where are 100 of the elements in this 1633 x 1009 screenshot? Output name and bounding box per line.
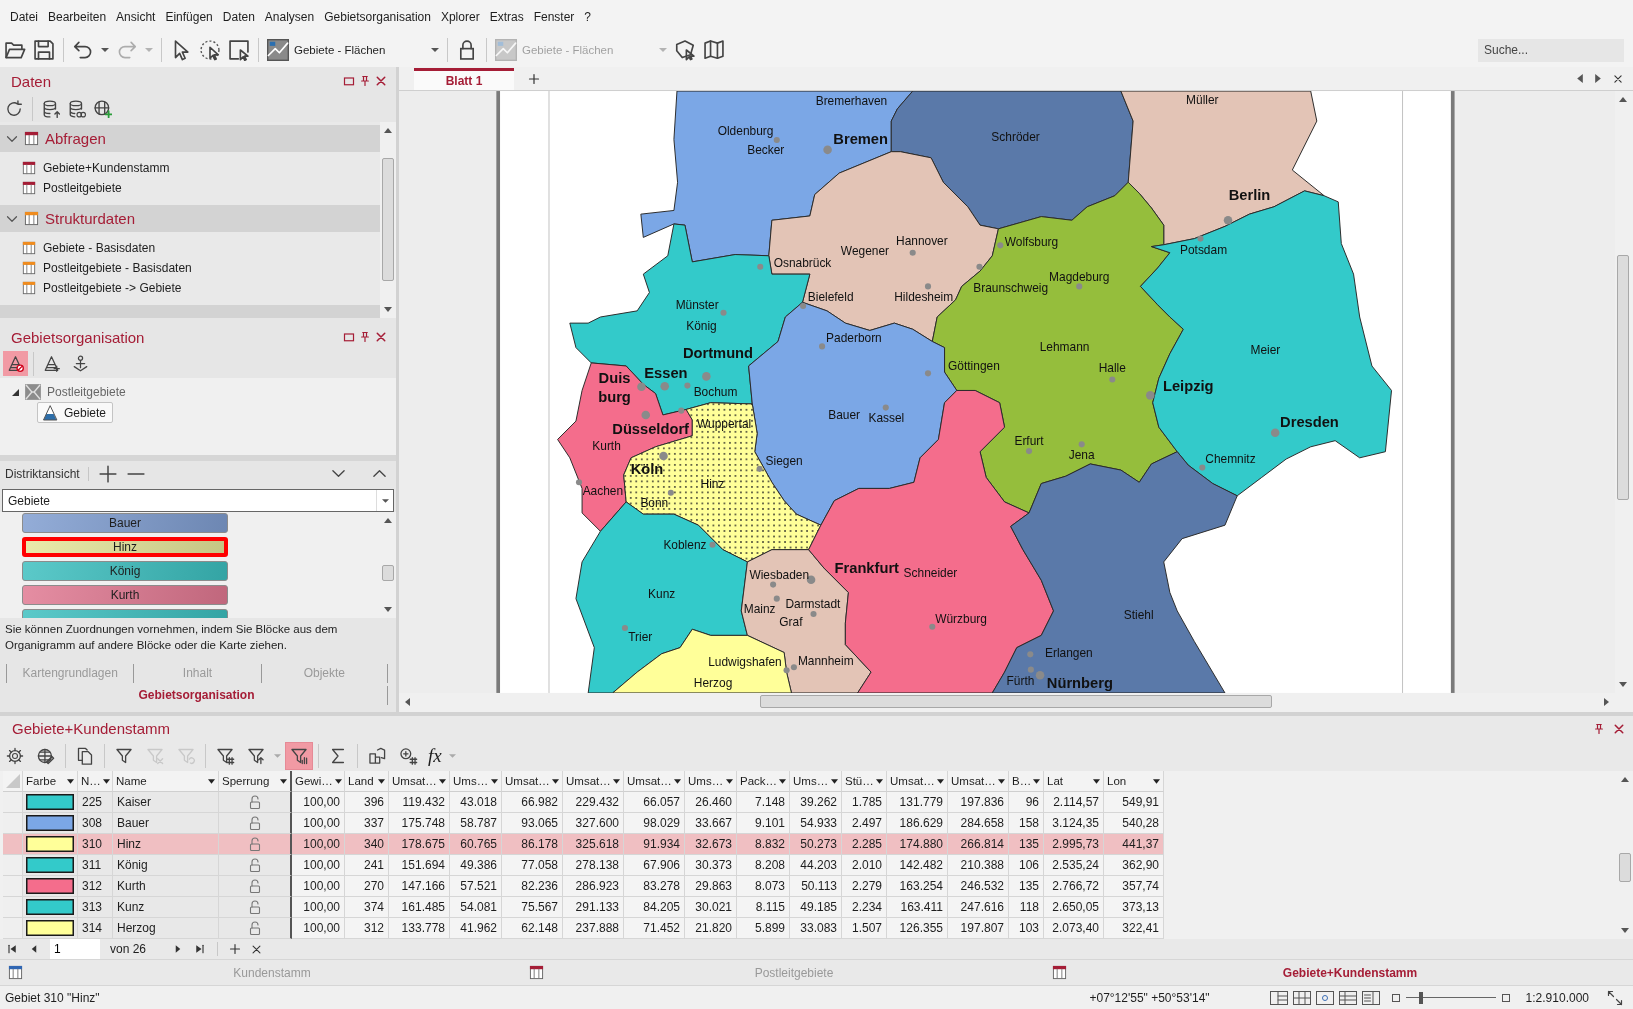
territory-region[interactable] bbox=[1120, 91, 1325, 246]
plus-icon[interactable] bbox=[229, 943, 242, 955]
column-header[interactable]: Umsat… bbox=[887, 771, 948, 792]
row-header-cell[interactable] bbox=[3, 897, 23, 918]
dropdown-caret-icon[interactable] bbox=[998, 778, 1005, 784]
slider-thumb[interactable] bbox=[1418, 991, 1423, 1004]
tree-item[interactable]: Gebiete bbox=[37, 402, 114, 423]
column-header[interactable]: Lat bbox=[1044, 771, 1104, 792]
row-header-cell[interactable] bbox=[3, 813, 23, 834]
search-field[interactable]: Suche... bbox=[1478, 38, 1624, 62]
dropdown-caret-icon[interactable] bbox=[378, 778, 385, 784]
column-header[interactable]: Umsat… bbox=[624, 771, 685, 792]
table-row[interactable]: 312 Kurth 100,00 270 147.166 57.521 82.236 286.923 83.278 29.863 8.073 50.113 2.279 163.254 246.532 135 2.766,72 357,74 bbox=[3, 876, 1164, 897]
scroll-up-icon[interactable] bbox=[384, 518, 392, 523]
column-header[interactable]: N… bbox=[78, 771, 113, 792]
square-icon[interactable] bbox=[1501, 993, 1510, 1002]
column-header[interactable]: Gewi… bbox=[292, 771, 345, 792]
row-header-cell[interactable] bbox=[3, 792, 23, 813]
close-icon[interactable] bbox=[1613, 722, 1625, 735]
menu-item[interactable]: Einfügen bbox=[160, 9, 218, 24]
district-block[interactable]: König bbox=[22, 561, 228, 581]
dropdown-caret-icon[interactable] bbox=[102, 778, 110, 784]
tree-group-header[interactable]: Strukturdaten bbox=[0, 205, 380, 232]
plus-icon[interactable] bbox=[98, 464, 117, 483]
lasso-select-icon[interactable] bbox=[199, 39, 221, 61]
side-view-icon[interactable] bbox=[1361, 990, 1380, 1005]
formula-button[interactable]: fx bbox=[426, 744, 444, 769]
scroll-up-icon[interactable] bbox=[1619, 97, 1627, 102]
close-icon[interactable] bbox=[375, 331, 387, 343]
close-icon[interactable] bbox=[375, 75, 387, 87]
caret-icon[interactable] bbox=[101, 48, 109, 52]
column-header[interactable]: Farbe bbox=[23, 771, 78, 792]
table-row[interactable]: 314 Herzog 100,00 312 133.778 41.962 62.148 237.888 71.452 21.820 5.899 33.083 1.507 126.355 197.807 103 2.073,40 322,41 bbox=[3, 918, 1164, 939]
row-header-cell[interactable] bbox=[3, 918, 23, 939]
scroll-up-icon[interactable] bbox=[384, 128, 392, 133]
district-block[interactable]: Hinz bbox=[22, 537, 228, 557]
dropdown-caret-icon[interactable] bbox=[937, 778, 944, 784]
dropdown-caret-icon[interactable] bbox=[208, 778, 215, 784]
menu-item[interactable]: Ansicht bbox=[111, 9, 161, 24]
tab-right-icon[interactable] bbox=[1595, 74, 1601, 83]
dropdown-caret-icon[interactable] bbox=[779, 778, 787, 784]
grid-view-icon[interactable] bbox=[1338, 990, 1357, 1005]
tree-item[interactable]: Postleitgebiete - Basisdaten bbox=[0, 258, 192, 278]
territory-region[interactable] bbox=[1140, 190, 1392, 497]
layer-dropdown[interactable]: Gebiete - Flächen bbox=[267, 38, 439, 62]
column-header[interactable]: Umsat… bbox=[389, 771, 450, 792]
scrollbar-thumb[interactable] bbox=[760, 695, 1272, 708]
rectangle-select-icon[interactable] bbox=[228, 39, 250, 61]
square-icon[interactable] bbox=[1391, 993, 1400, 1002]
dropdown-caret-icon[interactable] bbox=[552, 778, 559, 784]
dropdown-caret-icon[interactable] bbox=[280, 778, 287, 784]
menu-item[interactable]: Fenster bbox=[528, 9, 580, 24]
dropdown-caret-icon[interactable] bbox=[831, 778, 838, 784]
table-row[interactable]: 308 Bauer 100,00 337 175.748 58.787 93.065 327.600 98.029 33.667 9.101 54.933 2.497 186.629 284.658 158 3.124,35 540,28 bbox=[3, 813, 1164, 834]
scroll-down-icon[interactable] bbox=[1621, 928, 1629, 933]
tree-group-header[interactable]: Abfragen bbox=[0, 125, 380, 152]
column-header[interactable]: Ums… bbox=[790, 771, 842, 792]
close-icon[interactable] bbox=[251, 943, 263, 955]
scroll-down-icon[interactable] bbox=[1619, 682, 1627, 687]
table-view-icon[interactable] bbox=[1292, 990, 1311, 1005]
menu-item[interactable]: ? bbox=[579, 9, 596, 24]
restore-icon[interactable] bbox=[343, 331, 355, 343]
dropdown-caret-icon[interactable] bbox=[1093, 778, 1100, 784]
scroll-down-icon[interactable] bbox=[384, 307, 392, 312]
dropdown-caret-icon[interactable] bbox=[1033, 778, 1041, 784]
column-header[interactable]: Lon bbox=[1104, 771, 1164, 792]
dropdown-caret-icon[interactable] bbox=[334, 778, 342, 784]
scrollbar-thumb[interactable] bbox=[1617, 255, 1629, 500]
panel-tab[interactable]: Gebietsorganisation bbox=[6, 686, 388, 705]
menu-item[interactable]: Bearbeiten bbox=[43, 9, 112, 24]
page-field[interactable]: 1 bbox=[50, 939, 100, 959]
row-header-cell[interactable] bbox=[3, 855, 23, 876]
dropdown-caret-icon[interactable] bbox=[67, 778, 74, 784]
menu-item[interactable]: Analysen bbox=[259, 9, 320, 24]
dropdown-caret-icon[interactable] bbox=[726, 778, 733, 784]
sheet-tab[interactable]: Blatt 1 bbox=[414, 68, 514, 90]
undo-icon[interactable] bbox=[72, 39, 94, 61]
tree-item[interactable]: Postleitgebiete -> Gebiete bbox=[0, 278, 182, 298]
menu-item[interactable]: Datei bbox=[5, 9, 43, 24]
dropdown-caret-icon[interactable] bbox=[439, 778, 446, 784]
column-header[interactable]: Land bbox=[345, 771, 389, 792]
database-link-icon[interactable] bbox=[68, 99, 86, 118]
table-row[interactable]: 225 Kaiser 100,00 396 119.432 43.018 66.982 229.432 66.057 26.460 7.148 39.262 1.785 131.779 197.836 96 2.114,57 549,91 bbox=[3, 792, 1164, 813]
dropdown-caret-icon[interactable] bbox=[613, 778, 620, 784]
district-block[interactable]: Kurth bbox=[22, 585, 228, 605]
scroll-right-icon[interactable] bbox=[1604, 697, 1609, 706]
row-header-cell[interactable] bbox=[3, 876, 23, 897]
dropdown-caret-icon[interactable] bbox=[491, 778, 498, 784]
column-header[interactable]: Ums… bbox=[685, 771, 737, 792]
table-row[interactable]: 310 Hinz 100,00 340 178.675 60.765 86.178 325.618 91.934 32.673 8.832 50.273 2.285 174.880 266.814 135 2.995,73 441,37 bbox=[3, 834, 1164, 855]
vertical-scrollbar[interactable] bbox=[380, 122, 396, 318]
filter-chart-icon[interactable] bbox=[286, 743, 312, 770]
column-header[interactable]: Sperrung bbox=[219, 771, 292, 792]
pin-icon[interactable] bbox=[359, 331, 371, 343]
menu-item[interactable]: Extras bbox=[484, 9, 529, 24]
database-upload-icon[interactable] bbox=[42, 99, 60, 118]
restore-icon[interactable] bbox=[343, 75, 355, 87]
add-tab-icon[interactable] bbox=[528, 72, 540, 85]
tree-item[interactable]: Postleitgebiete bbox=[10, 381, 131, 402]
menu-item[interactable]: Gebietsorganisation bbox=[319, 9, 436, 24]
